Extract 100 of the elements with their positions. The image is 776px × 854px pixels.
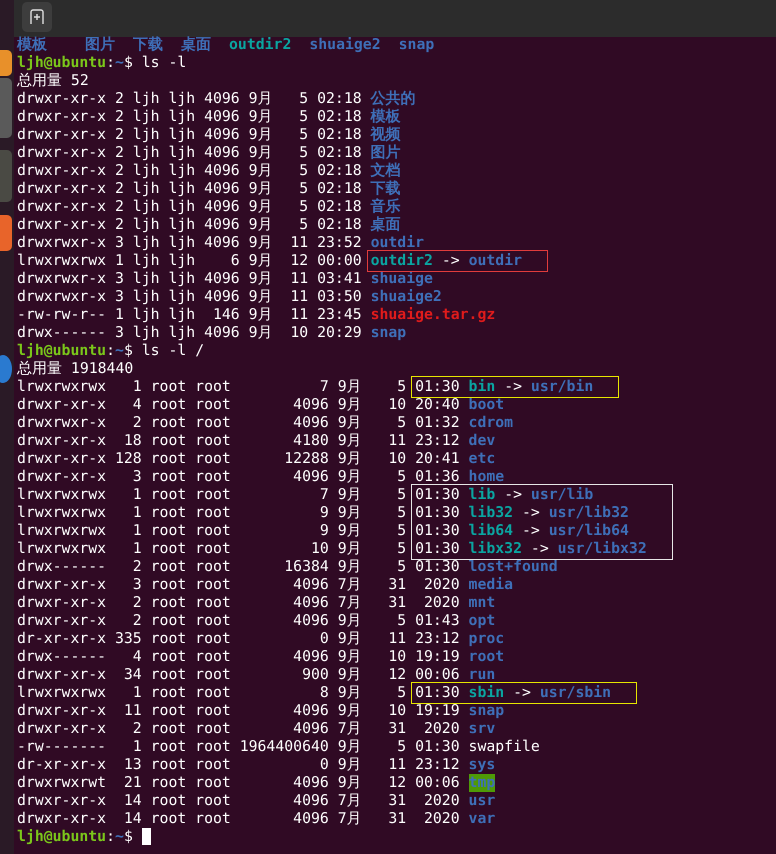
file-time: 02:18 <box>317 216 362 234</box>
file-info: drwxr-xr-x 3 root root 4096 9月 5 <box>17 468 406 486</box>
file-name: srv <box>468 720 496 738</box>
file-name: shuaige.tar.gz <box>370 306 496 324</box>
file-info: lrwxrwxrwx 1 root root 8 9月 5 <box>17 684 406 702</box>
file-info: drwxr-xr-x 2 ljh ljh 4096 9月 5 <box>17 144 308 162</box>
file-time: 20:41 <box>415 450 460 468</box>
file-name: 公共的 <box>370 90 416 108</box>
file-info: drwxr-xr-x 2 ljh ljh 4096 9月 5 <box>17 198 308 216</box>
file-name: tmp <box>468 774 496 792</box>
file-info: drwxr-xr-x 2 root root 4096 7月 31 <box>17 720 406 738</box>
file-name: 桌面 <box>370 216 401 234</box>
file-name: lost+found <box>468 558 558 576</box>
new-tab-button[interactable] <box>22 2 52 32</box>
file-info: lrwxrwxrwx 1 root root 10 9月 5 <box>17 540 406 558</box>
symlink-entry: lib64 -> usr/lib64 <box>468 522 629 540</box>
file-info: drwxrwxr-x 3 ljh ljh 4096 9月 11 <box>17 270 308 288</box>
file-time: 01:30 <box>415 378 460 396</box>
file-name: outdir <box>370 234 424 252</box>
file-time: 2020 <box>422 594 460 612</box>
file-info: dr-xr-xr-x 13 root root 0 9月 11 <box>17 756 406 774</box>
file-info: drwxr-xr-x 2 ljh ljh 4096 9月 5 <box>17 108 308 126</box>
file-info: drwxr-xr-x 2 ljh ljh 4096 9月 5 <box>17 126 308 144</box>
file-time: 01:30 <box>415 558 460 576</box>
file-info: drwxr-xr-x 128 root root 12288 9月 10 <box>17 450 406 468</box>
file-name: outdir2 <box>229 36 292 54</box>
prompt-line: ljh@ubuntu:~$ ls -l <box>17 54 186 72</box>
file-time: 01:30 <box>415 522 460 540</box>
file-name: opt <box>468 612 496 630</box>
file-time: 02:18 <box>317 198 362 216</box>
file-name: root <box>468 648 504 666</box>
symlink-entry: sbin -> usr/sbin <box>468 684 612 702</box>
symlink-entry: bin -> usr/bin <box>468 378 594 396</box>
file-time: 20:29 <box>317 324 362 342</box>
file-info: lrwxrwxrwx 1 root root 7 9月 5 <box>17 486 406 504</box>
file-time: 20:40 <box>415 396 460 414</box>
file-name: 图片 <box>85 36 115 54</box>
file-info: drwxr-xr-x 14 root root 4096 7月 31 <box>17 810 406 828</box>
file-name: boot <box>468 396 504 414</box>
file-info: drwx------ 4 root root 4096 9月 10 <box>17 648 406 666</box>
file-name: mnt <box>468 594 496 612</box>
file-info: lrwxrwxrwx 1 root root 9 9月 5 <box>17 504 406 522</box>
file-time: 23:12 <box>415 432 460 450</box>
file-name: usr <box>468 792 496 810</box>
file-time: 01:30 <box>415 540 460 558</box>
total-line: 总用量 1918440 <box>17 360 134 378</box>
file-info: lrwxrwxrwx 1 root root 9 9月 5 <box>17 522 406 540</box>
file-time: 2020 <box>422 792 460 810</box>
file-time: 02:18 <box>317 180 362 198</box>
symlink-entry: outdir2 -> outdir <box>370 252 522 270</box>
prompt-line: ljh@ubuntu:~$ <box>17 828 134 846</box>
file-time: 02:18 <box>317 108 362 126</box>
file-time: 02:18 <box>317 126 362 144</box>
file-name: 文档 <box>370 162 401 180</box>
file-time: 01:30 <box>415 684 460 702</box>
file-name: snap <box>398 36 434 54</box>
file-time: 2020 <box>422 810 460 828</box>
file-time: 23:45 <box>317 306 362 324</box>
file-time: 00:06 <box>415 666 460 684</box>
file-time: 19:19 <box>415 702 460 720</box>
file-name: run <box>468 666 496 684</box>
file-time: 19:19 <box>415 648 460 666</box>
file-info: drwxr-xr-x 2 ljh ljh 4096 9月 5 <box>17 216 308 234</box>
file-name: shuaige <box>370 270 433 288</box>
file-time: 01:32 <box>415 414 460 432</box>
file-name: etc <box>468 450 496 468</box>
file-info: drwxrwxrwt 21 root root 4096 9月 12 <box>17 774 406 792</box>
file-time: 23:52 <box>317 234 362 252</box>
file-name: 视频 <box>370 126 401 144</box>
file-name: var <box>468 810 496 828</box>
file-name: proc <box>468 630 504 648</box>
file-info: drwxr-xr-x 34 root root 900 9月 12 <box>17 666 406 684</box>
file-info: drwxrwxr-x 2 root root 4096 9月 5 <box>17 414 406 432</box>
file-time: 2020 <box>422 576 460 594</box>
file-info: drwx------ 3 ljh ljh 4096 9月 10 <box>17 324 308 342</box>
file-name: 模板 <box>370 108 401 126</box>
file-time: 01:43 <box>415 612 460 630</box>
file-name: snap <box>370 324 406 342</box>
file-time: 02:18 <box>317 162 362 180</box>
file-name: shuaige2 <box>309 36 381 54</box>
file-time: 23:12 <box>415 756 460 774</box>
file-info: drwxr-xr-x 2 root root 4096 7月 31 <box>17 594 406 612</box>
file-time: 03:50 <box>317 288 362 306</box>
new-tab-icon <box>29 9 45 25</box>
file-name: media <box>468 576 514 594</box>
file-info: lrwxrwxrwx 1 ljh ljh 6 9月 12 <box>17 252 308 270</box>
file-info: drwxr-xr-x 2 ljh ljh 4096 9月 5 <box>17 90 308 108</box>
file-info: drwxr-xr-x 2 root root 4096 9月 5 <box>17 612 406 630</box>
file-name: cdrom <box>468 414 514 432</box>
file-name: swapfile <box>468 738 540 756</box>
file-name: home <box>468 468 504 486</box>
file-info: -rw------- 1 root root 1964400640 9月 5 <box>17 738 406 756</box>
file-time: 01:30 <box>415 738 460 756</box>
file-time: 23:12 <box>415 630 460 648</box>
file-name: 桌面 <box>181 36 211 54</box>
file-name: sys <box>468 756 496 774</box>
file-time: 03:41 <box>317 270 362 288</box>
file-name: shuaige2 <box>370 288 442 306</box>
symlink-entry: lib32 -> usr/lib32 <box>468 504 629 522</box>
file-info: drwxr-xr-x 4 root root 4096 9月 10 <box>17 396 406 414</box>
